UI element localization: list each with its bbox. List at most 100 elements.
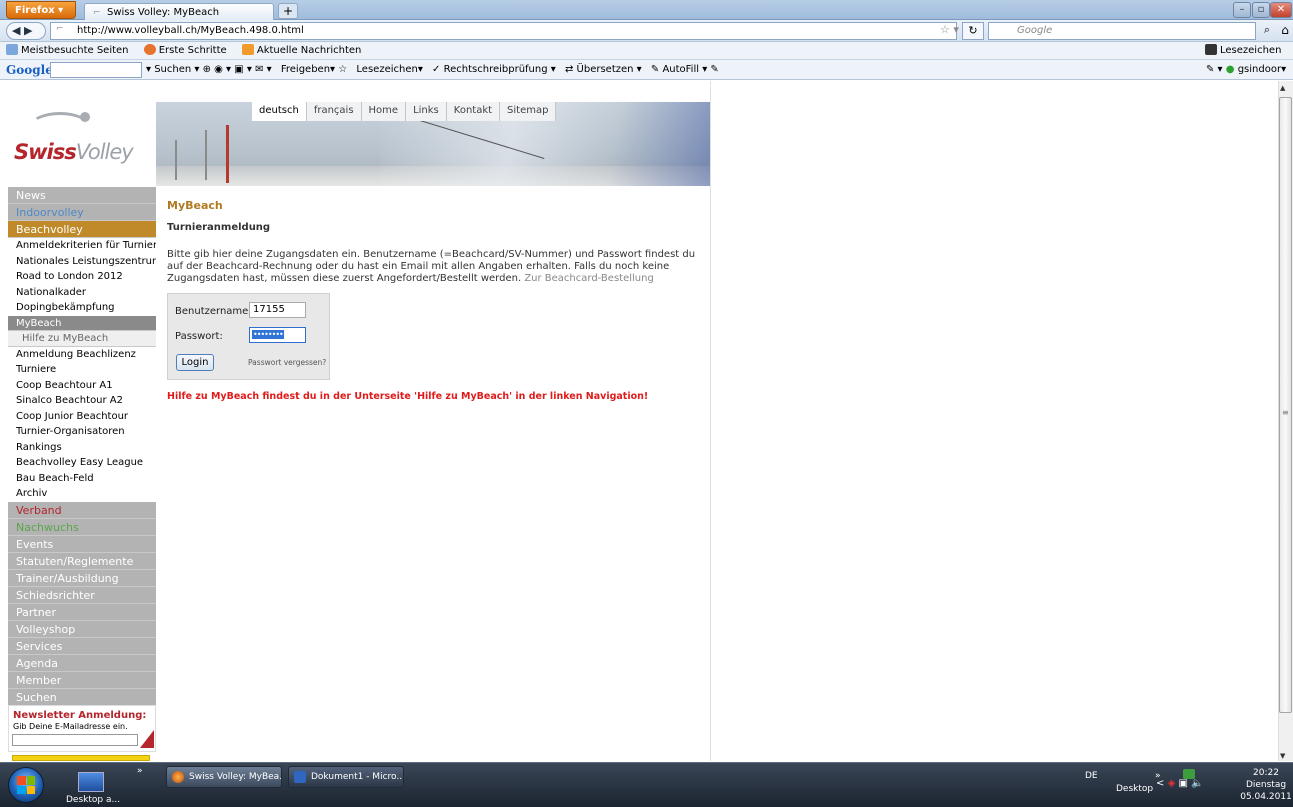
nav-home[interactable]: Home <box>361 102 407 121</box>
sidebar-item-nachwuchs[interactable]: Nachwuchs <box>8 518 156 536</box>
tab-swiss-volley[interactable]: ⌐ Swiss Volley: MyBeach <box>84 3 274 20</box>
newsletter-email-input[interactable] <box>12 734 138 746</box>
page-subtitle: Turnieranmeldung <box>167 222 271 233</box>
sidebar-item-anmeldekriterien-für-turniere[interactable]: Anmeldekriterien für Turniere <box>8 238 156 254</box>
taskbar-item-word[interactable]: Dokument1 - Micro... <box>288 766 404 788</box>
google-autofill-button[interactable]: ✎ AutoFill ▾ ✎ <box>651 60 719 80</box>
desktop-toolbar-label[interactable]: Desktop <box>1116 784 1153 794</box>
sidebar-item-member[interactable]: Member <box>8 671 156 689</box>
sidebar-item-schiedsrichter[interactable]: Schiedsrichter <box>8 586 156 604</box>
sidebar-item-nationalkader[interactable]: Nationalkader <box>8 284 156 300</box>
sidebar-item-hilfe-zu-mybeach[interactable]: Hilfe zu MyBeach <box>8 330 156 347</box>
sidebar-item-rankings[interactable]: Rankings <box>8 439 156 455</box>
sidebar-item-mybeach[interactable]: MyBeach <box>8 315 156 331</box>
bookmarks-menu-button[interactable]: Lesezeichen <box>1205 42 1281 60</box>
left-navigation: News Indoorvolley Beachvolley Anmeldekriter… <box>8 187 156 706</box>
page-blank-area <box>710 81 1278 761</box>
nav-deutsch[interactable]: deutsch <box>252 102 307 121</box>
google-search-button[interactable]: ▾ Suchen ▾ ⊕ ◉ ▾ ▣ ▾ ✉ ▾ <box>146 60 272 80</box>
sidebar-item-statuten-reglemente[interactable]: Statuten/Reglemente <box>8 552 156 570</box>
sidebar-item-road-to-london-2012[interactable]: Road to London 2012 <box>8 269 156 285</box>
google-logo[interactable]: Google <box>6 60 53 80</box>
beachcard-order-link[interactable]: Zur Beachcard-Bestellung <box>524 273 654 284</box>
sidebar-item-archiv[interactable]: Archiv <box>8 486 156 502</box>
sidebar-item-suchen[interactable]: Suchen <box>8 688 156 706</box>
swiss-volley-logo[interactable]: SwissVolley <box>14 140 134 164</box>
desktop-shortcut-icon[interactable] <box>78 772 104 792</box>
sidebar-item-dopingbekämpfung[interactable]: Dopingbekämpfung <box>8 300 156 316</box>
search-input[interactable]: Google <box>988 22 1256 40</box>
google-bookmarks-button[interactable]: Lesezeichen▾ <box>356 60 422 80</box>
language-indicator[interactable]: DE <box>1085 771 1098 781</box>
close-button[interactable]: ✕ <box>1270 2 1292 18</box>
scroll-up-icon[interactable]: ▲ <box>1280 84 1285 92</box>
sidebar-item-beachvolley[interactable]: Beachvolley <box>8 221 156 238</box>
yellow-banner[interactable] <box>12 755 150 761</box>
sidebar-item-bau-beach-feld[interactable]: Bau Beach-Feld <box>8 470 156 486</box>
sidebar-item-coop-beachtour-a1[interactable]: Coop Beachtour A1 <box>8 377 156 393</box>
home-icon[interactable]: ⌂ <box>1277 22 1293 40</box>
sidebar-item-verband[interactable]: Verband <box>8 501 156 519</box>
google-translate-button[interactable]: ⇄ Übersetzen ▾ <box>565 60 642 80</box>
nav-links[interactable]: Links <box>406 102 447 121</box>
sidebar-item-news[interactable]: News <box>8 187 156 204</box>
toolbar-item-label: Übersetzen <box>576 64 634 75</box>
back-icon[interactable]: ◀ <box>12 24 20 37</box>
sidebar-item-partner[interactable]: Partner <box>8 603 156 621</box>
scroll-down-icon[interactable]: ▼ <box>1280 752 1285 760</box>
google-share-button[interactable]: Freigeben▾ ☆ <box>281 60 347 80</box>
search-icon[interactable]: ⌕ <box>1259 22 1275 40</box>
forgot-password-link[interactable]: Passwort vergessen? <box>248 358 326 367</box>
desktop-shortcut-label: Desktop a... <box>66 795 121 805</box>
newsletter-submit-corner[interactable] <box>140 730 154 748</box>
bookmark-getting-started[interactable]: Erste Schritte <box>138 42 227 60</box>
firefox-menu-button[interactable]: Firefox ▾ <box>6 1 76 19</box>
new-tab-button[interactable]: + <box>278 3 298 19</box>
bookmark-most-visited[interactable]: Meistbesuchte Seiten <box>0 42 129 60</box>
bookmark-news[interactable]: Aktuelle Nachrichten <box>236 42 361 60</box>
system-tray-icons[interactable]: < ◈ ▣ 🔈 <box>1156 778 1204 789</box>
shield-icon[interactable]: ◈ <box>1168 778 1176 789</box>
sidebar-item-services[interactable]: Services <box>8 637 156 655</box>
sidebar-item-volleyshop[interactable]: Volleyshop <box>8 620 156 638</box>
page-icon: ⌐ <box>93 8 101 18</box>
reload-icon[interactable]: ↻ <box>962 22 984 40</box>
minimize-button[interactable]: – <box>1233 2 1251 18</box>
volume-icon[interactable]: 🔈 <box>1191 778 1203 789</box>
sidebar-item-nationales-leistungszentrum[interactable]: Nationales Leistungszentrum <box>8 253 156 269</box>
system-clock[interactable]: 20:22 Dienstag 05.04.2011 <box>1240 767 1292 803</box>
scrollbar-thumb[interactable] <box>1279 97 1292 713</box>
sidebar-item-coop-junior-beachtour[interactable]: Coop Junior Beachtour <box>8 408 156 424</box>
nav-francais[interactable]: français <box>306 102 362 121</box>
google-account[interactable]: ✎ ▾ ● gsindoor▾ <box>1206 60 1286 80</box>
sidebar-item-events[interactable]: Events <box>8 535 156 553</box>
bookmark-star-icon[interactable]: ☆ ▾ <box>940 23 959 36</box>
sidebar-item-trainer-ausbildung[interactable]: Trainer/Ausbildung <box>8 569 156 587</box>
sidebar-item-turniere[interactable]: Turniere <box>8 362 156 378</box>
google-spellcheck-button[interactable]: ✓ Rechtschreibprüfung ▾ <box>432 60 556 80</box>
taskbar-item-firefox[interactable]: Swiss Volley: MyBea... <box>166 766 282 788</box>
sidebar-item-anmeldung-beachlizenz[interactable]: Anmeldung Beachlizenz <box>8 346 156 362</box>
toolbar-expand-icon[interactable]: » <box>137 766 143 776</box>
sidebar-item-turnier-organisatoren[interactable]: Turnier-Organisatoren <box>8 424 156 440</box>
back-forward-buttons[interactable]: ◀ ▶ <box>6 22 46 40</box>
sidebar-item-beachvolley-easy-league[interactable]: Beachvolley Easy League <box>8 455 156 471</box>
site-identity-icon[interactable]: ⌐ <box>56 24 72 37</box>
sidebar-item-agenda[interactable]: Agenda <box>8 654 156 672</box>
toolbar-item-label: AutoFill <box>662 64 700 75</box>
bookmarks-menu-label: Lesezeichen <box>1220 45 1282 56</box>
sidebar-item-indoorvolley[interactable]: Indoorvolley <box>8 204 156 221</box>
network-icon[interactable]: ▣ <box>1178 778 1187 789</box>
maximize-button[interactable]: ▫ <box>1252 2 1270 18</box>
firefox-menu-label: Firefox <box>15 5 55 16</box>
nav-sitemap[interactable]: Sitemap <box>500 102 557 121</box>
clock-time: 20:22 <box>1253 768 1279 778</box>
password-input[interactable]: •••••••• <box>249 327 306 343</box>
sidebar-item-sinalco-beachtour-a2[interactable]: Sinalco Beachtour A2 <box>8 393 156 409</box>
login-button[interactable]: Login <box>176 354 214 371</box>
google-search-input[interactable] <box>50 62 142 78</box>
forward-icon[interactable]: ▶ <box>24 24 32 37</box>
nav-kontakt[interactable]: Kontakt <box>446 102 501 121</box>
username-input[interactable]: 17155 <box>249 302 306 318</box>
url-bar[interactable]: http://www.volleyball.ch/MyBeach.498.0.h… <box>50 22 957 40</box>
